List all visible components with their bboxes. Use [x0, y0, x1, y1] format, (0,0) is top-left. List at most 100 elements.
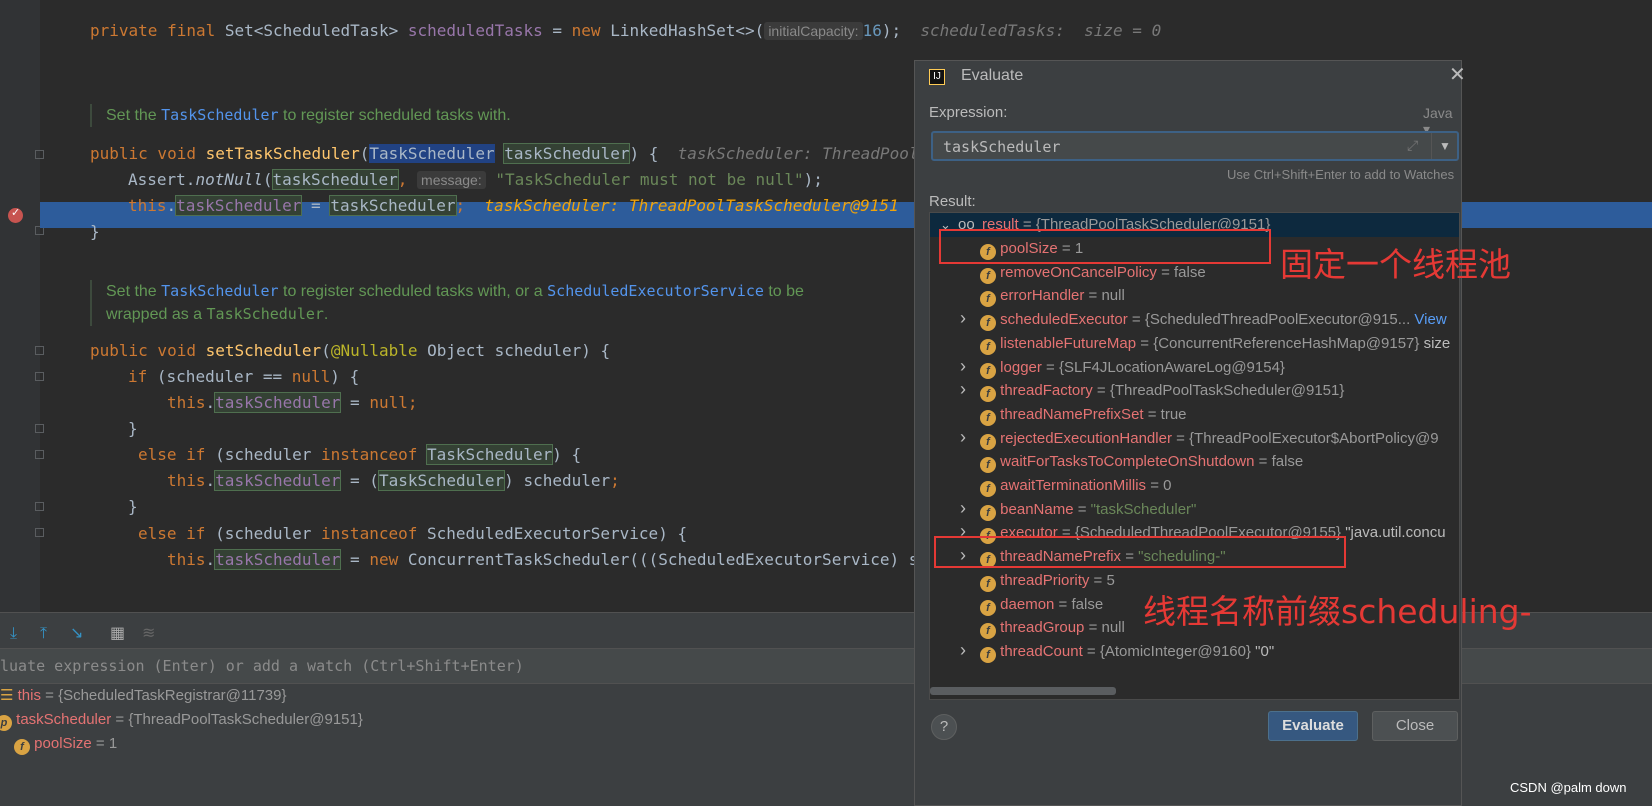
evaluate-button[interactable]: Evaluate	[1268, 711, 1358, 741]
expand-icon[interactable]: ›	[960, 496, 966, 520]
punctuation: .	[205, 471, 216, 490]
code-line: this.taskScheduler = taskScheduler; task…	[128, 193, 899, 219]
horizontal-scrollbar[interactable]	[930, 687, 1116, 695]
type-name: TaskScheduler	[425, 444, 554, 465]
step-into-icon[interactable]: ⤓	[10, 623, 17, 643]
expression-field[interactable]: ⤢ ▼	[931, 131, 1459, 161]
keyword: new	[369, 550, 408, 569]
tree-row[interactable]: f awaitTerminationMillis = 0	[930, 474, 1459, 498]
tree-row[interactable]: f threadNamePrefixSet = true	[930, 403, 1459, 427]
field-icon: f	[980, 409, 996, 426]
expand-icon[interactable]: ⤢	[1407, 137, 1418, 154]
parameter-hint: message:	[417, 171, 486, 189]
code-text: (scheduler ==	[156, 367, 292, 386]
doc-text: Set the	[106, 107, 162, 124]
tree-row[interactable]: f waitForTasksToCompleteOnShutdown = fal…	[930, 450, 1459, 474]
field-name: taskScheduler	[175, 195, 303, 216]
variable-row[interactable]: ☰ this = {ScheduledTaskRegistrar@11739}	[0, 684, 287, 708]
history-dropdown-icon[interactable]: ▼	[1431, 133, 1458, 159]
evaluate-expression-icon[interactable]: ▦	[110, 623, 125, 642]
fold-icon[interactable]	[35, 372, 44, 381]
field-name: threadGroup	[1000, 619, 1085, 637]
operator: =	[340, 550, 370, 569]
help-button[interactable]: ?	[931, 714, 957, 740]
breakpoint-icon[interactable]	[8, 206, 23, 223]
expand-icon[interactable]: ›	[960, 425, 966, 449]
doc-text: to register scheduled tasks with, or a	[278, 283, 548, 300]
doc-text: Set the	[106, 283, 162, 300]
inline-debug-value: taskScheduler: ThreadPoolTaskScheduler@9…	[484, 196, 899, 215]
fold-icon[interactable]	[35, 346, 44, 355]
doc-link[interactable]: TaskScheduler	[161, 282, 278, 300]
variable-row[interactable]: p taskScheduler = {ThreadPoolTaskSchedul…	[0, 708, 363, 732]
editor-gutter[interactable]	[0, 0, 44, 612]
variable-value: = {ThreadPoolTaskScheduler@9151}	[111, 711, 363, 728]
tree-row[interactable]: › f logger = {SLF4JLocationAwareLog@9154}	[930, 354, 1459, 380]
doc-link[interactable]: TaskScheduler	[161, 106, 278, 124]
punctuation: );	[803, 170, 823, 189]
punctuation: );	[881, 21, 902, 40]
field-name: taskScheduler	[214, 392, 342, 413]
fold-icon[interactable]	[35, 528, 44, 537]
tree-row[interactable]: › f beanName = "taskScheduler"	[930, 496, 1459, 522]
close-icon[interactable]: ✕	[1449, 65, 1466, 85]
code-text: (scheduler	[215, 445, 322, 464]
fold-icon[interactable]	[35, 502, 44, 511]
keyword: private final	[90, 21, 225, 40]
punctuation: .	[205, 550, 216, 569]
doc-text: to be	[763, 283, 804, 300]
tree-row[interactable]: f listenableFutureMap = {ConcurrentRefer…	[930, 332, 1459, 356]
keyword: this	[167, 471, 206, 490]
code-line: }	[90, 222, 100, 241]
field-value: = {ScheduledThreadPoolExecutor@915...	[1127, 311, 1411, 329]
expand-icon[interactable]: ›	[960, 638, 966, 662]
fold-icon[interactable]	[35, 424, 44, 433]
annotation-box-prefix	[934, 536, 1346, 568]
keyword: this	[167, 393, 206, 412]
type-name: TaskScheduler	[377, 470, 506, 491]
tree-row[interactable]: › f scheduledExecutor = {ScheduledThreadP…	[930, 306, 1459, 332]
field-name: daemon	[1000, 595, 1055, 613]
parameter-hint: initialCapacity:	[764, 22, 863, 40]
watch-placeholder: luate expression (Enter) or add a watch …	[0, 657, 524, 675]
expand-icon[interactable]: ›	[960, 377, 966, 401]
field-value: = {AtomicInteger@9160}	[1082, 642, 1256, 660]
expression-label: Expression:	[929, 104, 1008, 121]
tree-row[interactable]: f errorHandler = null	[930, 284, 1459, 308]
punctuation: ) {	[629, 144, 678, 163]
code-line: else if (scheduler instanceof ScheduledE…	[138, 521, 687, 547]
field-icon: f	[980, 646, 996, 663]
expand-icon[interactable]: ›	[960, 306, 966, 330]
doc-link[interactable]: ScheduledExecutorService	[547, 282, 764, 300]
code-text: (scheduler	[215, 524, 322, 543]
view-link[interactable]: View	[1410, 311, 1446, 328]
doc-code: TaskScheduler	[206, 305, 324, 323]
trace-icon[interactable]: ≋	[142, 623, 155, 642]
field-icon: f	[980, 433, 996, 450]
field-icon: f	[980, 504, 996, 521]
keyword: instanceof	[321, 445, 427, 464]
variable-row[interactable]: f poolSize = 1	[14, 732, 117, 756]
close-button[interactable]: Close	[1372, 711, 1458, 741]
code-text: = (	[340, 471, 379, 490]
run-to-cursor-icon[interactable]: ↘	[70, 623, 83, 642]
tree-row[interactable]: › f threadCount = {AtomicInteger@9160} "0…	[930, 638, 1459, 664]
tree-row[interactable]: › f rejectedExecutionHandler = {ThreadPoo…	[930, 425, 1459, 451]
javadoc-comment: Set the TaskScheduler to register schedu…	[90, 104, 511, 127]
code-line: if (scheduler == null) {	[128, 364, 359, 390]
field-icon: f	[980, 315, 996, 332]
fold-icon[interactable]	[35, 150, 44, 159]
watches-hint: Use Ctrl+Shift+Enter to add to Watches	[1227, 167, 1455, 182]
expression-input[interactable]	[941, 136, 1395, 158]
keyword: this	[167, 550, 206, 569]
field-icon: f	[980, 481, 996, 497]
fold-icon[interactable]	[35, 450, 44, 459]
field-extra: "java.util.concu	[1345, 524, 1446, 542]
step-out-icon[interactable]: ⤒	[40, 623, 47, 643]
variable-value: = 1	[91, 735, 118, 752]
punctuation: ;	[407, 393, 418, 412]
tree-row[interactable]: › f threadFactory = {ThreadPoolTaskSchedu…	[930, 377, 1459, 403]
expand-icon[interactable]: ›	[960, 354, 966, 378]
variable-name: this	[17, 687, 41, 704]
field-name: waitForTasksToCompleteOnShutdown	[1000, 453, 1255, 471]
